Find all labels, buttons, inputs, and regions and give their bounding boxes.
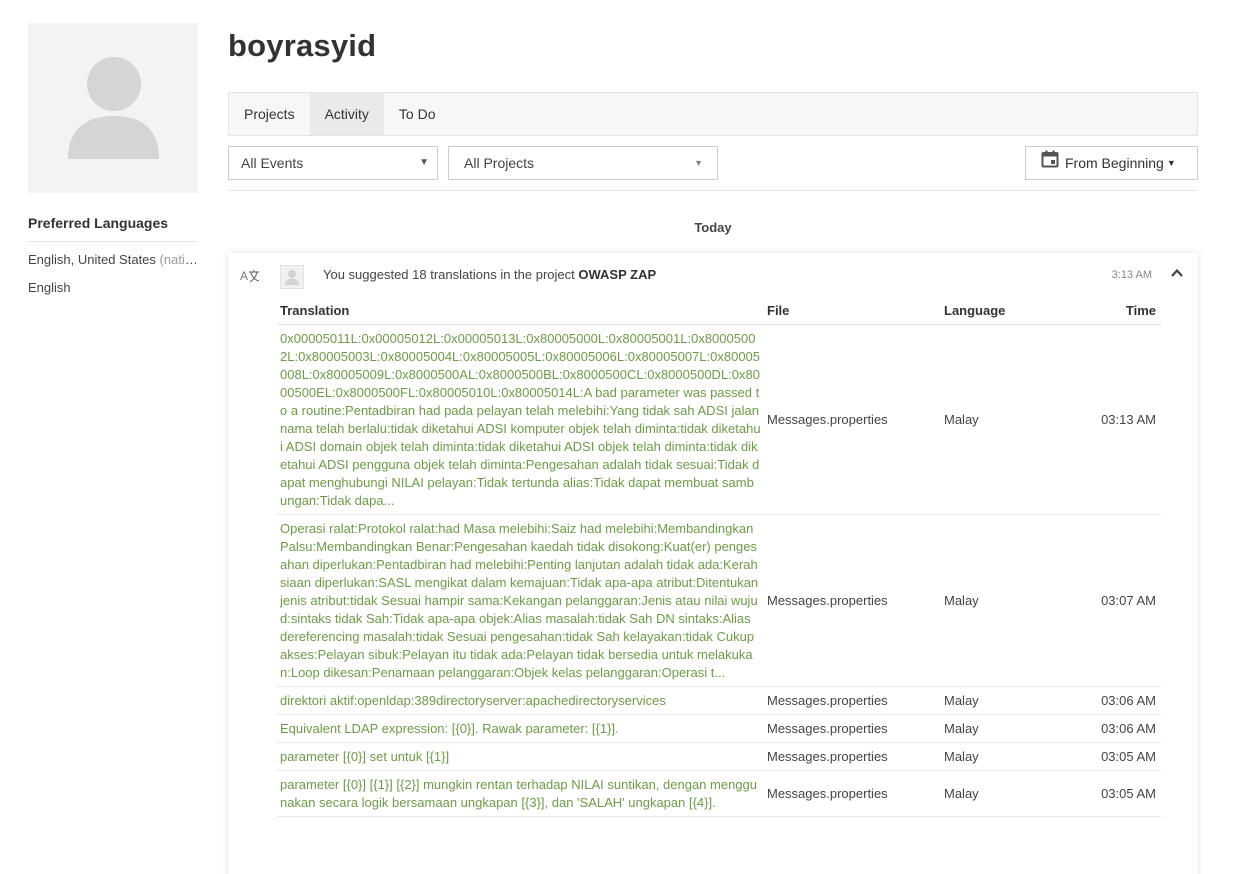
activity-time: 3:13 AM xyxy=(1111,269,1152,281)
file-cell: Messages.properties xyxy=(764,514,941,687)
language-cell: Malay xyxy=(941,714,1081,743)
preferred-languages-title: Preferred Languages xyxy=(28,215,198,242)
time-cell: 03:07 AM xyxy=(1081,514,1161,687)
svg-text:A: A xyxy=(240,269,248,283)
language-cell: Malay xyxy=(941,514,1081,687)
profile-sidebar: Preferred Languages English, United Stat… xyxy=(28,23,198,298)
avatar xyxy=(280,265,304,289)
events-select-value: All Events xyxy=(241,155,304,171)
time-cell: 03:06 AM xyxy=(1081,714,1161,743)
translation-cell[interactable]: direktori aktif:openldap:389directoryser… xyxy=(277,686,764,715)
language-note: (native) xyxy=(159,252,198,267)
page-title: boyrasyid xyxy=(228,28,377,63)
table-row: Operasi ralat:Protokol ralat:had Masa me… xyxy=(277,514,1161,687)
chevron-up-icon[interactable] xyxy=(1170,266,1184,285)
translation-cell[interactable]: Equivalent LDAP expression: [{0}]. Rawak… xyxy=(277,714,764,743)
translations-table: Translation File Language Time 0x0000501… xyxy=(277,303,1161,817)
language-cell: Malay xyxy=(941,742,1081,771)
calendar-icon xyxy=(1041,147,1059,179)
column-header-time: Time xyxy=(1081,303,1161,325)
file-cell: Messages.properties xyxy=(764,324,941,515)
preferred-language-item: English xyxy=(28,278,198,298)
profile-tabs: Projects Activity To Do xyxy=(228,92,1198,136)
caret-down-icon: ▼ xyxy=(1166,158,1176,168)
time-cell: 03:05 AM xyxy=(1081,742,1161,771)
file-cell: Messages.properties xyxy=(764,714,941,743)
events-select[interactable]: All Events ▼ xyxy=(228,146,438,180)
project-link[interactable]: OWASP ZAP xyxy=(578,267,656,282)
table-header-row: Translation File Language Time xyxy=(277,303,1161,325)
projects-select-value: All Projects xyxy=(464,155,535,171)
language-name: English xyxy=(28,280,71,295)
language-cell: Malay xyxy=(941,686,1081,715)
column-header-translation: Translation xyxy=(277,303,764,325)
translation-link[interactable]: 0x00005011L:0x00005012L:0x00005013L:0x80… xyxy=(280,330,761,510)
user-silhouette-icon xyxy=(68,57,159,159)
caret-down-icon: ▼ xyxy=(694,158,703,168)
time-cell: 03:05 AM xyxy=(1081,770,1161,817)
date-range-label: From Beginning xyxy=(1065,155,1164,171)
table-row: Equivalent LDAP expression: [{0}]. Rawak… xyxy=(277,714,1161,743)
translation-link[interactable]: Operasi ralat:Protokol ralat:had Masa me… xyxy=(280,520,761,682)
file-cell: Messages.properties xyxy=(764,742,941,771)
tab-projects[interactable]: Projects xyxy=(229,93,310,135)
projects-select[interactable]: All Projects ▼ xyxy=(448,146,718,180)
file-cell: Messages.properties xyxy=(764,770,941,817)
time-cell: 03:06 AM xyxy=(1081,686,1161,715)
language-cell: Malay xyxy=(941,770,1081,817)
date-range-button[interactable]: From Beginning ▼ xyxy=(1025,146,1198,180)
translation-link[interactable]: direktori aktif:openldap:389directoryser… xyxy=(280,692,761,710)
day-heading: Today xyxy=(694,220,732,235)
language-name: English, United States xyxy=(28,252,156,267)
time-cell: 03:13 AM xyxy=(1081,324,1161,515)
table-row: direktori aktif:openldap:389directoryser… xyxy=(277,686,1161,715)
activity-item: A You suggested 18 translations in the p… xyxy=(228,253,1198,874)
profile-main: boyrasyid Projects Activity To Do All Ev… xyxy=(228,20,1198,874)
divider xyxy=(228,190,1198,191)
table-row: parameter [{0}] set untuk [{1}] Messages.… xyxy=(277,742,1161,771)
tab-activity[interactable]: Activity xyxy=(309,93,384,135)
translation-cell[interactable]: parameter [{0}] [{1}] [{2}] mungkin rent… xyxy=(277,770,764,817)
translate-icon: A xyxy=(240,268,260,287)
tab-todo[interactable]: To Do xyxy=(384,93,451,135)
activity-message: You suggested 18 translations in the pro… xyxy=(323,253,656,297)
translation-link[interactable]: Equivalent LDAP expression: [{0}]. Rawak… xyxy=(280,720,761,738)
column-header-file: File xyxy=(764,303,941,325)
table-row: 0x00005011L:0x00005012L:0x00005013L:0x80… xyxy=(277,324,1161,515)
avatar xyxy=(28,23,198,193)
column-header-language: Language xyxy=(941,303,1081,325)
activity-item-header[interactable]: A You suggested 18 translations in the p… xyxy=(228,253,1198,297)
activity-message-text: You suggested 18 translations in the pro… xyxy=(323,267,575,282)
translation-link[interactable]: parameter [{0}] set untuk [{1}] xyxy=(280,748,761,766)
translation-cell[interactable]: 0x00005011L:0x00005012L:0x00005013L:0x80… xyxy=(277,324,764,515)
language-cell: Malay xyxy=(941,324,1081,515)
file-cell: Messages.properties xyxy=(764,686,941,715)
translation-link[interactable]: parameter [{0}] [{1}] [{2}] mungkin rent… xyxy=(280,776,761,812)
table-row: parameter [{0}] [{1}] [{2}] mungkin rent… xyxy=(277,770,1161,817)
activity-filters: All Events ▼ All Projects ▼ From Beginni… xyxy=(228,146,1198,180)
preferred-language-item: English, United States (native) xyxy=(28,250,198,270)
caret-down-icon: ▼ xyxy=(419,157,429,168)
translation-cell[interactable]: Operasi ralat:Protokol ralat:had Masa me… xyxy=(277,514,764,687)
translation-cell[interactable]: parameter [{0}] set untuk [{1}] xyxy=(277,742,764,771)
